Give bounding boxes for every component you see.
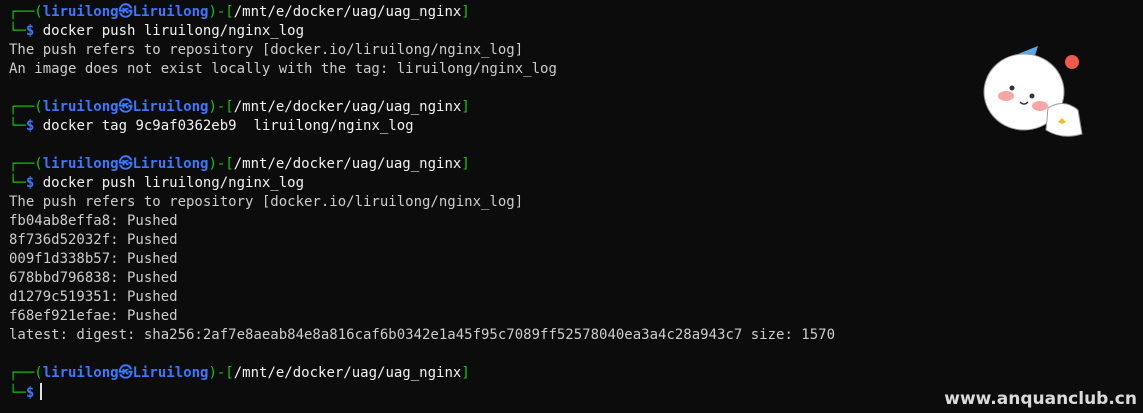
prompt-frame-mid: )-[ (208, 365, 234, 381)
command-line[interactable]: └─$ docker push liruilong/nginx_log (9, 22, 1143, 41)
output-line: An image does not exist locally with the… (9, 61, 557, 77)
prompt-frame-bottom: └─ (9, 118, 26, 134)
output-line: 678bbd796838: Pushed (9, 270, 178, 286)
prompt-path: /mnt/e/docker/uag/uag_nginx (233, 365, 462, 381)
prompt-frame-mid: )-[ (208, 99, 234, 115)
cartoon-sticker-icon (983, 46, 1083, 137)
prompt-frame-top: ┌──( (9, 156, 43, 172)
prompt-user: liruilong (42, 4, 119, 20)
prompt-line: ┌──(liruilong㉿Liruilong)-[/mnt/e/docker/… (9, 155, 1143, 174)
prompt-user: liruilong (42, 156, 119, 172)
text-cursor[interactable] (40, 383, 43, 400)
prompt-path: /mnt/e/docker/uag/uag_nginx (233, 156, 462, 172)
prompt-user: liruilong (42, 365, 119, 381)
prompt-frame-end: ] (461, 365, 470, 381)
prompt-frame-bottom: └─ (9, 23, 26, 39)
prompt-separator-icon: ㉿ (118, 4, 133, 20)
command-line[interactable]: └─$ docker push liruilong/nginx_log (9, 174, 1143, 193)
command-text[interactable]: docker tag 9c9af0362eb9 liruilong/nginx_… (43, 118, 414, 134)
prompt-frame-end: ] (461, 99, 470, 115)
prompt-symbol: $ (25, 175, 35, 191)
prompt-host: Liruilong (132, 365, 209, 381)
terminal-window[interactable]: ┌──(liruilong㉿Liruilong)-[/mnt/e/docker/… (0, 0, 1143, 413)
output-line: fb04ab8effa8: Pushed (9, 213, 178, 229)
prompt-frame-bottom: └─ (9, 385, 26, 401)
prompt-user: liruilong (42, 99, 119, 115)
prompt-separator-icon: ㉿ (118, 365, 133, 381)
prompt-frame-top: ┌──( (9, 365, 43, 381)
prompt-symbol: $ (25, 23, 35, 39)
output-line: latest: digest: sha256:2af7e8aeab84e8a81… (9, 327, 836, 343)
prompt-host: Liruilong (132, 99, 209, 115)
prompt-frame-end: ] (461, 156, 470, 172)
prompt-host: Liruilong (132, 156, 209, 172)
watermark: www.anquanclub.cn (944, 389, 1137, 409)
command-text[interactable]: docker push liruilong/nginx_log (43, 175, 304, 191)
prompt-symbol: $ (25, 118, 35, 134)
prompt-line: ┌──(liruilong㉿Liruilong)-[/mnt/e/docker/… (9, 3, 1143, 22)
prompt-separator-icon: ㉿ (118, 99, 133, 115)
prompt-line: ┌──(liruilong㉿Liruilong)-[/mnt/e/docker/… (9, 98, 1143, 117)
prompt-line: ┌──(liruilong㉿Liruilong)-[/mnt/e/docker/… (9, 364, 1143, 383)
output-line: 009f1d338b57: Pushed (9, 251, 178, 267)
prompt-frame-top: ┌──( (9, 4, 43, 20)
prompt-host: Liruilong (132, 4, 209, 20)
output-line: f68ef921efae: Pushed (9, 308, 178, 324)
prompt-separator-icon: ㉿ (118, 156, 133, 172)
output-line: The push refers to repository [docker.io… (9, 194, 524, 210)
output-line: d1279c519351: Pushed (9, 289, 178, 305)
prompt-frame-end: ] (461, 4, 470, 20)
command-text[interactable]: docker push liruilong/nginx_log (43, 23, 304, 39)
prompt-frame-top: ┌──( (9, 99, 43, 115)
prompt-frame-mid: )-[ (208, 4, 234, 20)
prompt-symbol: $ (25, 385, 35, 401)
prompt-frame-bottom: └─ (9, 175, 26, 191)
command-line[interactable]: └─$ docker tag 9c9af0362eb9 liruilong/ng… (9, 117, 1143, 136)
prompt-path: /mnt/e/docker/uag/uag_nginx (233, 99, 462, 115)
prompt-frame-mid: )-[ (208, 156, 234, 172)
output-line: 8f736d52032f: Pushed (9, 232, 178, 248)
output-line: The push refers to repository [docker.io… (9, 42, 524, 58)
prompt-path: /mnt/e/docker/uag/uag_nginx (233, 4, 462, 20)
